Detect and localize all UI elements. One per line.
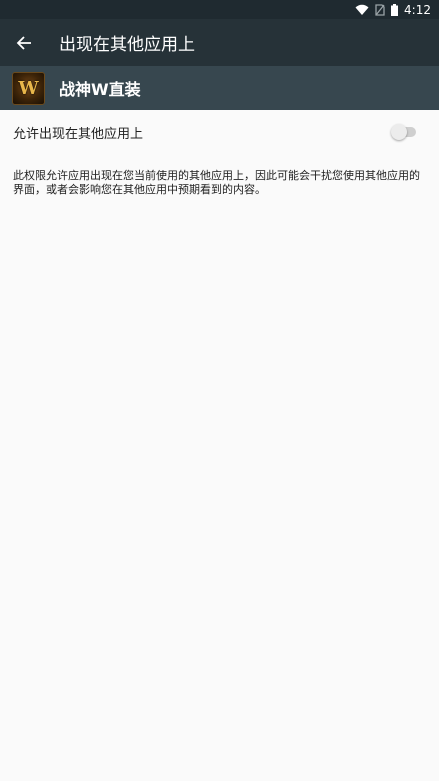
permission-description: 此权限允许应用出现在您当前使用的其他应用上，因此可能会干扰您使用其他应用的界面，… <box>13 169 420 196</box>
app-icon: W <box>12 71 45 105</box>
arrow-left-icon <box>16 35 31 50</box>
battery-icon <box>391 3 399 16</box>
app-icon-letter: W <box>18 77 39 99</box>
allow-overlay-setting[interactable]: 允许出现在其他应用上 <box>0 110 439 154</box>
status-bar: 4:12 <box>0 0 439 19</box>
page-title: 出现在其他应用上 <box>59 35 195 55</box>
app-header: W 战神W直装 <box>0 66 439 110</box>
back-button[interactable] <box>12 31 36 55</box>
allow-overlay-switch[interactable] <box>391 124 417 140</box>
switch-thumb <box>391 124 407 140</box>
no-sim-icon <box>375 3 385 16</box>
setting-label: 允许出现在其他应用上 <box>13 126 144 142</box>
toolbar: 出现在其他应用上 <box>0 19 439 66</box>
app-name: 战神W直装 <box>59 80 141 99</box>
status-time: 4:12 <box>404 2 431 17</box>
wifi-icon <box>355 4 369 16</box>
